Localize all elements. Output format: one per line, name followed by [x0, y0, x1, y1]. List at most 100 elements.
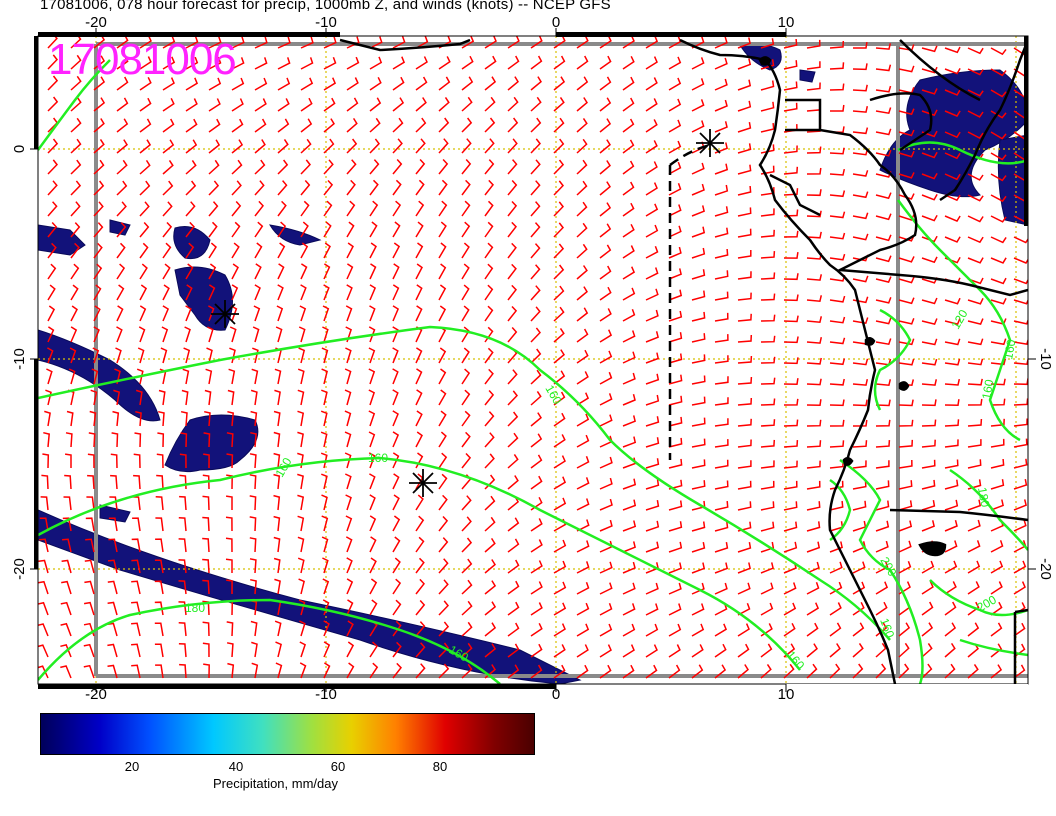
wind-barb	[139, 180, 151, 196]
wind-barb	[898, 560, 912, 574]
wind-barb	[507, 76, 519, 91]
wind-barb	[530, 138, 541, 154]
wind-barb	[990, 277, 1007, 285]
wind-barb	[737, 143, 752, 154]
wind-barb	[160, 347, 168, 364]
wind-barb	[875, 440, 891, 448]
wind-barb	[553, 159, 565, 175]
wind-barb	[461, 368, 471, 385]
wind-barb	[47, 263, 57, 280]
wind-barb	[277, 77, 291, 91]
wind-barb	[300, 118, 313, 133]
wind-barb	[70, 138, 82, 154]
wind-barb	[254, 98, 267, 112]
wind-barb	[576, 540, 590, 553]
wind-barb	[645, 582, 659, 595]
wind-barb	[875, 379, 892, 387]
wind-barb	[254, 242, 263, 259]
wind-barb	[162, 263, 171, 280]
wind-barb	[88, 432, 96, 448]
wind-barb	[178, 517, 187, 532]
wind-barb	[944, 399, 960, 406]
wind-barb	[320, 410, 328, 427]
wind-barb	[599, 97, 612, 112]
wind-barb	[829, 83, 845, 91]
wind-barb	[322, 557, 329, 574]
wind-barb	[576, 349, 589, 364]
wind-barb	[829, 622, 842, 637]
wind-barb	[70, 180, 82, 196]
wind-barb	[179, 495, 187, 511]
wind-barb	[599, 160, 611, 175]
wind-barb	[345, 494, 352, 511]
wind-barb	[553, 243, 565, 259]
wind-barb	[438, 158, 449, 175]
wind-barb	[84, 580, 95, 595]
wind-barb	[507, 369, 518, 385]
wind-barb	[714, 439, 729, 448]
wind-barb	[645, 56, 658, 70]
wind-barb	[553, 497, 567, 511]
wind-barb	[116, 180, 128, 196]
wind-barb	[83, 643, 95, 658]
wind-barb	[107, 643, 118, 658]
wind-barb	[369, 117, 381, 133]
wind-barb	[875, 419, 891, 427]
wind-barb	[461, 284, 470, 301]
wind-barb	[228, 368, 236, 385]
wind-barb	[806, 316, 823, 324]
wind-barb	[415, 452, 424, 469]
wind-barb	[107, 622, 118, 637]
wind-barb	[162, 97, 175, 112]
wind-barb	[599, 414, 613, 427]
wind-barb	[967, 257, 984, 264]
left-lat-label: -20	[11, 558, 28, 580]
wind-barb	[806, 231, 822, 239]
wind-barb	[599, 244, 612, 259]
wind-barb	[507, 411, 519, 427]
wind-barb	[530, 76, 542, 91]
wind-barb	[714, 418, 729, 427]
wind-barb	[277, 118, 290, 133]
bottom-lon-label: 10	[778, 686, 795, 700]
wind-barb	[346, 557, 353, 574]
wind-barb	[43, 431, 51, 448]
wind-barb	[875, 213, 892, 221]
wind-barb	[229, 326, 237, 343]
wind-barb	[760, 356, 776, 364]
wind-barb	[392, 473, 400, 490]
wind-barb	[921, 560, 935, 574]
wind-barb	[944, 581, 957, 595]
wind-barb	[507, 284, 517, 301]
wind-barb	[60, 622, 72, 637]
wind-barb	[806, 602, 820, 616]
wind-barb	[323, 77, 337, 91]
wind-barb	[760, 602, 774, 616]
wind-barb	[208, 221, 218, 238]
wind-barb	[484, 347, 494, 364]
forecast-map: 160 160 160 160 160 160 180 160 120 160 …	[11, 14, 1054, 700]
wind-barb	[64, 474, 72, 490]
wind-barb	[438, 96, 450, 112]
wind-barb	[829, 358, 846, 366]
wind-barb	[507, 242, 517, 259]
wind-barb	[530, 602, 543, 616]
wind-barb	[438, 76, 451, 91]
wind-barb	[898, 419, 914, 427]
wind-barb	[323, 263, 331, 280]
wind-barb	[345, 347, 352, 364]
wind-barb	[368, 431, 376, 448]
wind-barb	[298, 326, 306, 343]
wind-barb	[829, 211, 846, 219]
wind-barb	[806, 460, 821, 469]
wind-barb	[875, 107, 892, 115]
wind-barb	[737, 501, 752, 511]
wind-barb	[806, 501, 821, 511]
wind-barb	[180, 410, 188, 427]
wind-barb	[438, 263, 447, 280]
wind-barb	[344, 389, 352, 406]
wind-barb	[38, 601, 49, 616]
wind-barb	[714, 376, 729, 385]
wind-barb	[921, 256, 938, 264]
wind-barb	[461, 96, 473, 112]
